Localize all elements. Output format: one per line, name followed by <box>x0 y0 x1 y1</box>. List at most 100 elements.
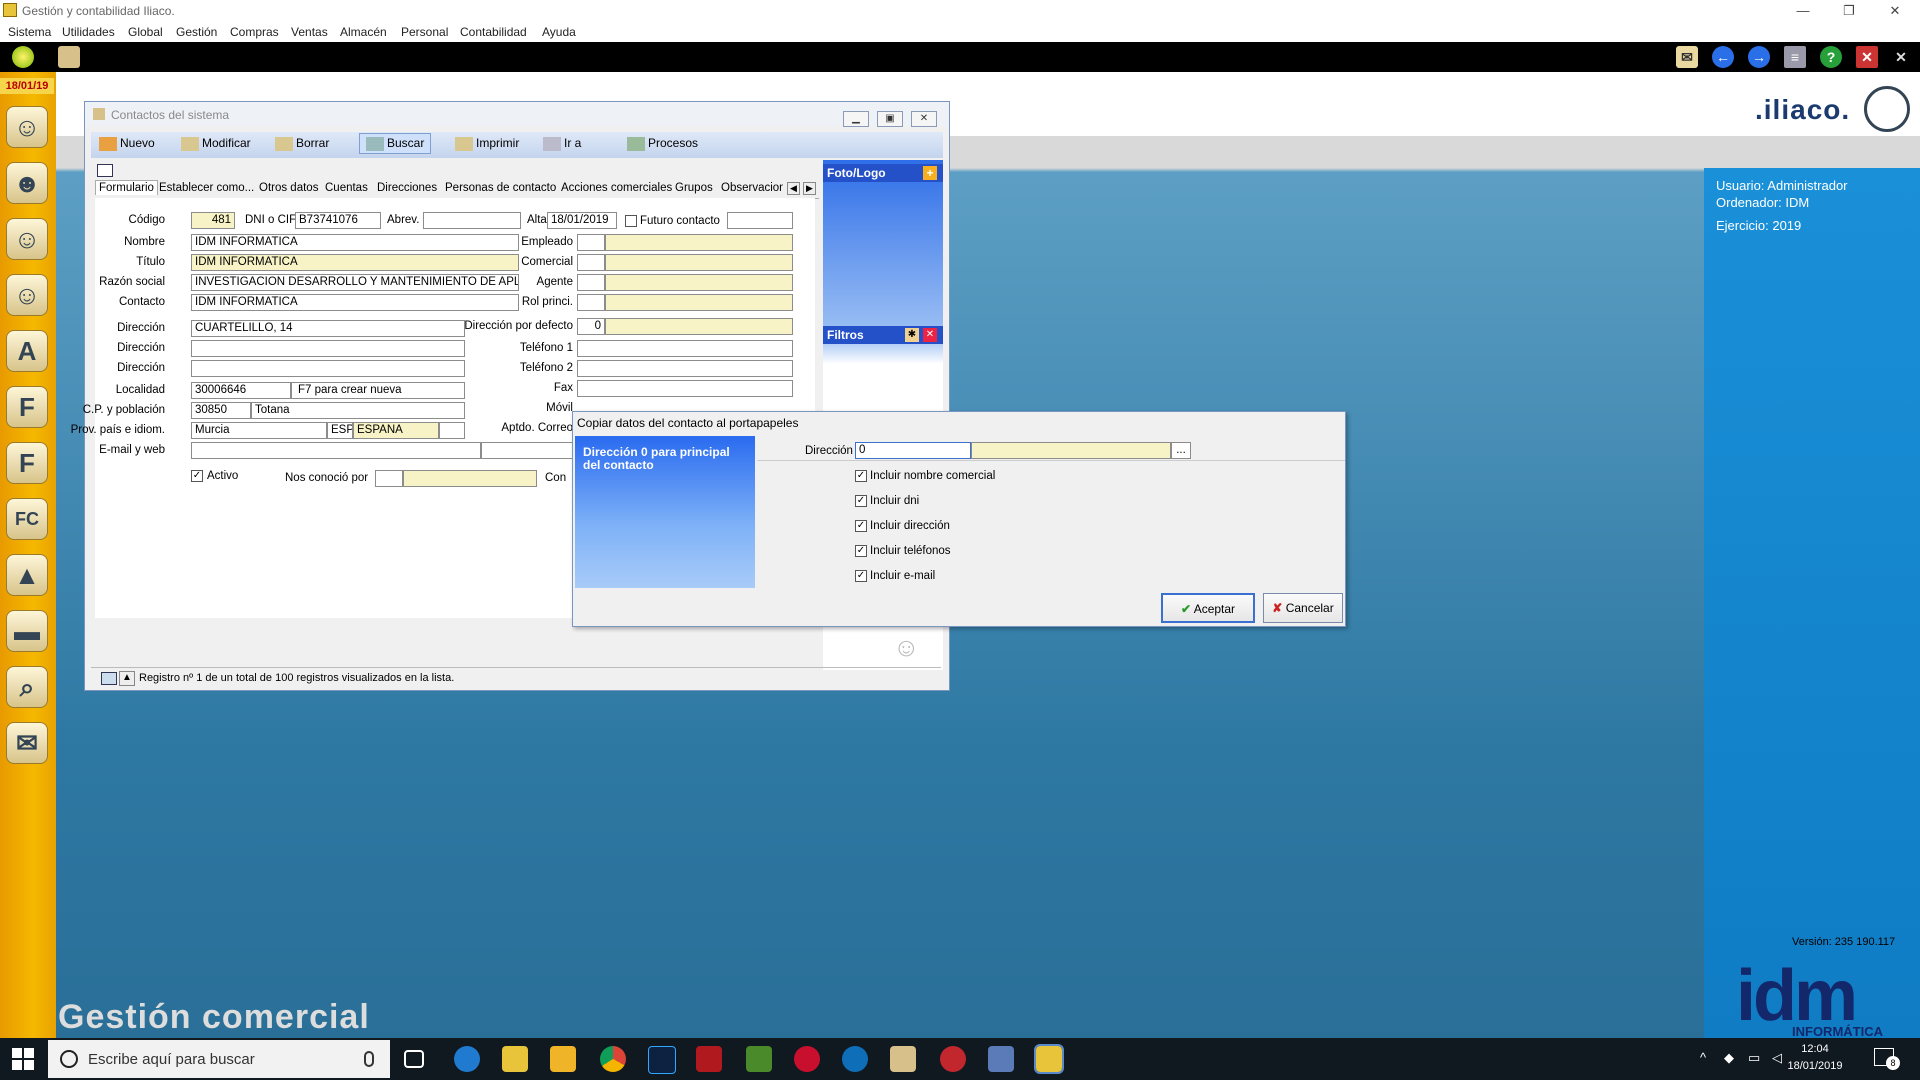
tab-personas-contacto[interactable]: Personas de contacto <box>445 182 556 194</box>
devexpress-icon[interactable] <box>794 1046 820 1072</box>
rol-code-field[interactable] <box>577 294 605 311</box>
menu-sistema[interactable]: Sistema <box>8 25 51 39</box>
new-button[interactable]: Nuevo <box>99 136 155 151</box>
menu-ayuda[interactable]: Ayuda <box>542 25 576 39</box>
a-shortcut-icon[interactable]: A <box>6 330 48 372</box>
dropbox-tray-icon[interactable]: ◆ <box>1724 1050 1734 1066</box>
person-shortcut-icon[interactable]: ☻ <box>6 162 48 204</box>
microphone-icon[interactable] <box>364 1051 374 1067</box>
close-icon[interactable]: ✕ <box>1872 0 1918 22</box>
rol-name-field[interactable] <box>605 294 793 311</box>
globe-icon[interactable] <box>12 46 34 68</box>
search-button[interactable]: Buscar <box>359 133 432 154</box>
minimize-icon[interactable]: ▁ <box>843 111 869 127</box>
dialog-direccion-browse-button[interactable]: ... <box>1171 442 1191 459</box>
arrow-left-icon[interactable]: ← <box>1712 46 1734 68</box>
tab-cuentas[interactable]: Cuentas <box>325 182 368 194</box>
email-field[interactable] <box>191 442 481 459</box>
tab-formulario[interactable]: Formulario <box>95 180 158 195</box>
tab-scroll-left-icon[interactable]: ◀ <box>787 182 800 195</box>
arrow-right-icon[interactable]: → <box>1748 46 1770 68</box>
accept-button[interactable]: ✔ Aceptar <box>1161 593 1255 623</box>
filezilla-icon[interactable] <box>696 1046 722 1072</box>
option-email-checkbox[interactable]: ✓ <box>855 570 867 582</box>
direccion-defecto-field[interactable]: 0 <box>577 318 605 335</box>
tab-grupos[interactable]: Grupos <box>675 182 713 194</box>
contacts-shortcut-icon[interactable]: ☺ <box>6 106 48 148</box>
direccion-field-3[interactable] <box>191 360 465 377</box>
menu-compras[interactable]: Compras <box>230 25 279 39</box>
menu-ventas[interactable]: Ventas <box>291 25 328 39</box>
option-telefonos-checkbox[interactable]: ✓ <box>855 545 867 557</box>
edge-icon[interactable] <box>454 1046 480 1072</box>
menu-global[interactable]: Global <box>128 25 163 39</box>
direccion-defecto-name-field[interactable] <box>605 318 793 335</box>
tab-direcciones[interactable]: Direcciones <box>377 182 437 194</box>
nos-conocio-code-field[interactable] <box>375 470 403 487</box>
agente-code-field[interactable] <box>577 274 605 291</box>
option-telefonos[interactable]: ✓ Incluir teléfonos <box>855 545 951 557</box>
pais-name-field[interactable]: ESPANA <box>353 422 439 439</box>
file-explorer-icon[interactable] <box>550 1046 576 1072</box>
option-dni-checkbox[interactable]: ✓ <box>855 495 867 507</box>
f-shortcut-icon[interactable]: F <box>6 386 48 428</box>
chrome-icon[interactable] <box>600 1046 626 1072</box>
gestion-app-icon[interactable] <box>1034 1044 1064 1074</box>
photoshop-icon[interactable] <box>648 1046 676 1074</box>
mail-shortcut-icon[interactable]: ✉ <box>6 722 48 764</box>
abrev-field[interactable] <box>423 212 521 229</box>
windows-start-icon[interactable] <box>12 1048 34 1070</box>
processes-button[interactable]: Procesos <box>627 136 698 151</box>
modify-button[interactable]: Modificar <box>181 136 251 151</box>
filter-tools-icon[interactable]: ✱ <box>905 328 919 342</box>
close-icon[interactable]: ✕ <box>911 111 937 127</box>
network-tray-icon[interactable]: ▭ <box>1748 1050 1760 1066</box>
goto-button[interactable]: Ir a <box>543 136 581 151</box>
form-view-icon[interactable] <box>97 164 113 177</box>
maximize-icon[interactable]: ▣ <box>877 111 903 127</box>
filter-close-icon[interactable]: ✕ <box>923 328 937 342</box>
dialog-direccion-name-field[interactable] <box>971 442 1171 459</box>
add-photo-icon[interactable]: + <box>923 166 937 180</box>
agente-name-field[interactable] <box>605 274 793 291</box>
mail-icon[interactable]: ✉ <box>1676 46 1698 68</box>
codigo-field[interactable]: 481 <box>191 212 235 229</box>
futuro-contacto-field[interactable] <box>727 212 793 229</box>
localidad-name-field[interactable]: F7 para crear nueva <box>291 382 465 399</box>
nos-conocio-name-field[interactable] <box>403 470 537 487</box>
menu-utilidades[interactable]: Utilidades <box>62 25 115 39</box>
alta-date-field[interactable]: 18/01/2019 <box>547 212 617 229</box>
tab-otros-datos[interactable]: Otros datos <box>259 182 318 194</box>
help-icon[interactable]: ? <box>1820 46 1842 68</box>
option-dni[interactable]: ✓ Incluir dni <box>855 495 919 507</box>
iliaco-app-icon[interactable] <box>890 1046 916 1072</box>
direccion-field-1[interactable]: CUARTELILLO, 14 <box>191 320 465 337</box>
nombre-field[interactable]: IDM INFORMATICA <box>191 234 519 251</box>
f-red-shortcut-icon[interactable]: F <box>6 442 48 484</box>
menu-gestion[interactable]: Gestión <box>176 25 217 39</box>
close-window-icon[interactable]: ✕ <box>1856 46 1878 68</box>
tray-chevron-icon[interactable]: ^ <box>1700 1050 1706 1065</box>
status-view-icon[interactable] <box>101 672 117 685</box>
web-field[interactable] <box>481 442 581 459</box>
folder-shortcut-icon[interactable]: ▬ <box>6 610 48 652</box>
contacto-field[interactable]: IDM INFORMATICA <box>191 294 519 311</box>
tab-observaciones[interactable]: Observacion <box>721 182 783 194</box>
fc-shortcut-icon[interactable]: FC <box>6 498 48 540</box>
pais-code-field[interactable]: ESP <box>327 422 353 439</box>
option-direccion-checkbox[interactable]: ✓ <box>855 520 867 532</box>
activo-checkbox[interactable]: ✓ <box>191 470 203 482</box>
dni-field[interactable]: B73741076 <box>295 212 381 229</box>
users-icon[interactable] <box>58 46 80 68</box>
restore-icon[interactable]: ❐ <box>1826 0 1872 22</box>
provincia-field[interactable]: Murcia <box>191 422 327 439</box>
fax-field[interactable] <box>577 380 793 397</box>
delete-button[interactable]: Borrar <box>275 136 329 151</box>
dialog-direccion-code-field[interactable]: 0 <box>855 442 971 459</box>
task-view-icon[interactable] <box>404 1050 424 1068</box>
empleado-code-field[interactable] <box>577 234 605 251</box>
titulo-field[interactable]: IDM INFORMATICA <box>191 254 519 271</box>
cp-field[interactable]: 30850 <box>191 402 251 419</box>
option-email[interactable]: ✓ Incluir e-mail <box>855 570 935 582</box>
comercial-code-field[interactable] <box>577 254 605 271</box>
